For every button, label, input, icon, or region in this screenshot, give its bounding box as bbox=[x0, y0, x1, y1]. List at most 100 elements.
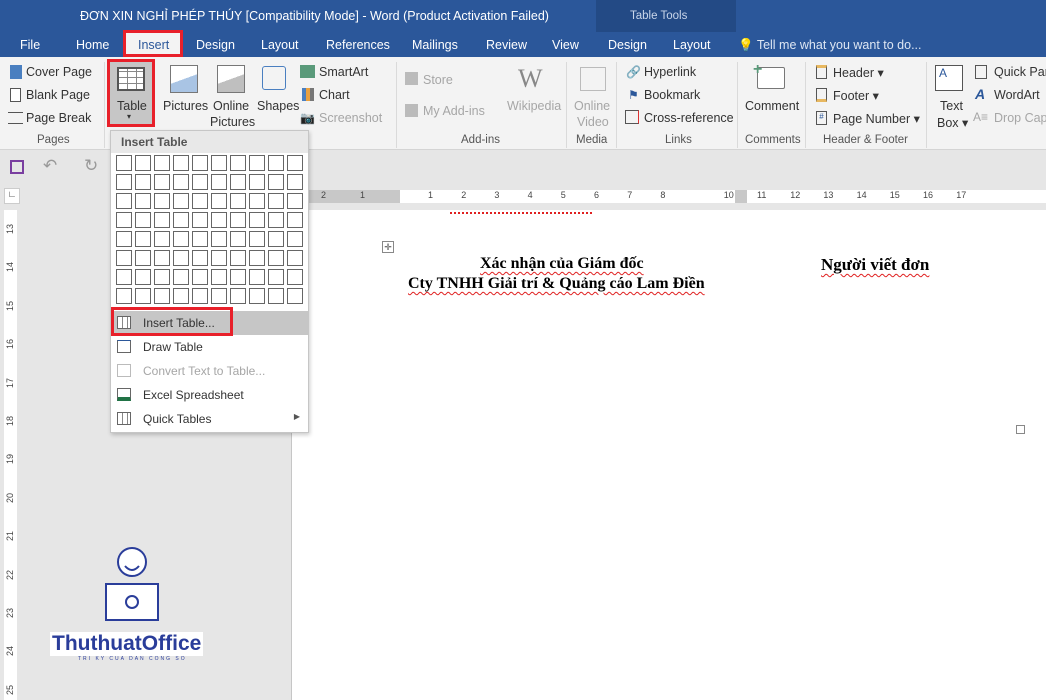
menu-item-excel-spreadsheet[interactable]: Excel Spreadsheet bbox=[111, 383, 308, 407]
grid-cell[interactable] bbox=[268, 212, 284, 228]
comment-button[interactable]: Comment bbox=[745, 99, 799, 113]
tab-references[interactable]: References bbox=[326, 38, 390, 52]
horizontal-ruler[interactable] bbox=[309, 190, 1046, 203]
grid-cell[interactable] bbox=[287, 155, 303, 171]
grid-cell[interactable] bbox=[249, 174, 265, 190]
grid-cell[interactable] bbox=[192, 155, 208, 171]
grid-cell[interactable] bbox=[154, 193, 170, 209]
grid-cell[interactable] bbox=[116, 155, 132, 171]
grid-cell[interactable] bbox=[135, 155, 151, 171]
grid-cell[interactable] bbox=[211, 269, 227, 285]
grid-cell[interactable] bbox=[287, 193, 303, 209]
tab-layout[interactable]: Layout bbox=[261, 38, 299, 52]
tell-me-input[interactable]: 💡 Tell me what you want to do... bbox=[738, 38, 922, 53]
grid-cell[interactable] bbox=[211, 193, 227, 209]
grid-cell[interactable] bbox=[268, 193, 284, 209]
grid-cell[interactable] bbox=[135, 212, 151, 228]
grid-cell[interactable] bbox=[192, 288, 208, 304]
tab-insert[interactable]: Insert bbox=[138, 38, 169, 52]
grid-cell[interactable] bbox=[135, 288, 151, 304]
hyperlink-button[interactable]: Hyperlink bbox=[644, 65, 696, 79]
grid-cell[interactable] bbox=[211, 250, 227, 266]
grid-cell[interactable] bbox=[135, 250, 151, 266]
undo-icon[interactable]: ↶ bbox=[43, 156, 57, 176]
chart-button[interactable]: Chart bbox=[319, 88, 350, 102]
grid-cell[interactable] bbox=[249, 288, 265, 304]
grid-cell[interactable] bbox=[173, 231, 189, 247]
online-video-button[interactable]: Online bbox=[574, 99, 610, 113]
grid-cell[interactable] bbox=[116, 212, 132, 228]
grid-cell[interactable] bbox=[211, 155, 227, 171]
grid-cell[interactable] bbox=[249, 250, 265, 266]
grid-cell[interactable] bbox=[116, 288, 132, 304]
grid-cell[interactable] bbox=[192, 231, 208, 247]
grid-cell[interactable] bbox=[135, 193, 151, 209]
tab-stop-selector[interactable]: ∟ bbox=[4, 188, 20, 204]
drop-cap-button[interactable]: Drop Cap bbox=[994, 111, 1046, 125]
grid-cell[interactable] bbox=[116, 269, 132, 285]
grid-cell[interactable] bbox=[116, 174, 132, 190]
my-addins-button[interactable]: My Add-ins bbox=[423, 104, 485, 118]
tab-review[interactable]: Review bbox=[486, 38, 527, 52]
grid-cell[interactable] bbox=[154, 155, 170, 171]
grid-cell[interactable] bbox=[154, 231, 170, 247]
grid-cell[interactable] bbox=[287, 288, 303, 304]
quick-parts-button[interactable]: Quick Par bbox=[994, 65, 1046, 79]
grid-cell[interactable] bbox=[230, 193, 246, 209]
grid-cell[interactable] bbox=[287, 250, 303, 266]
grid-cell[interactable] bbox=[268, 155, 284, 171]
pictures-button[interactable]: Pictures bbox=[163, 99, 208, 113]
cover-page-button[interactable]: Cover Page bbox=[26, 65, 92, 79]
shapes-button[interactable]: Shapes bbox=[257, 99, 299, 113]
page-break-button[interactable]: Page Break bbox=[26, 111, 91, 125]
grid-cell[interactable] bbox=[154, 288, 170, 304]
grid-cell[interactable] bbox=[135, 174, 151, 190]
menu-item-quick-tables[interactable]: Quick Tables ▶ bbox=[111, 407, 308, 431]
save-refresh-icon[interactable] bbox=[10, 160, 24, 174]
grid-cell[interactable] bbox=[173, 155, 189, 171]
grid-cell[interactable] bbox=[287, 212, 303, 228]
grid-cell[interactable] bbox=[116, 193, 132, 209]
grid-cell[interactable] bbox=[268, 269, 284, 285]
grid-cell[interactable] bbox=[211, 212, 227, 228]
bookmark-button[interactable]: Bookmark bbox=[644, 88, 700, 102]
online-pictures-button[interactable]: Online bbox=[213, 99, 249, 113]
grid-cell[interactable] bbox=[154, 250, 170, 266]
page-number-button[interactable]: Page Number ▾ bbox=[833, 111, 920, 126]
grid-cell[interactable] bbox=[173, 288, 189, 304]
table-move-handle-icon[interactable]: ✛ bbox=[382, 241, 394, 253]
grid-cell[interactable] bbox=[116, 250, 132, 266]
grid-cell[interactable] bbox=[211, 174, 227, 190]
tab-file[interactable]: File bbox=[20, 38, 40, 52]
tab-design[interactable]: Design bbox=[196, 38, 235, 52]
tab-view[interactable]: View bbox=[552, 38, 579, 52]
grid-cell[interactable] bbox=[154, 269, 170, 285]
redo-icon[interactable]: ↻ bbox=[84, 156, 98, 176]
grid-cell[interactable] bbox=[154, 174, 170, 190]
grid-cell[interactable] bbox=[173, 174, 189, 190]
wikipedia-button[interactable]: Wikipedia bbox=[507, 99, 561, 113]
grid-cell[interactable] bbox=[154, 212, 170, 228]
wordart-button[interactable]: WordArt bbox=[994, 88, 1040, 102]
grid-cell[interactable] bbox=[230, 231, 246, 247]
grid-cell[interactable] bbox=[249, 155, 265, 171]
grid-cell[interactable] bbox=[287, 231, 303, 247]
grid-cell[interactable] bbox=[268, 288, 284, 304]
grid-cell[interactable] bbox=[192, 212, 208, 228]
store-button[interactable]: Store bbox=[423, 73, 453, 87]
grid-cell[interactable] bbox=[211, 288, 227, 304]
grid-cell[interactable] bbox=[249, 231, 265, 247]
tab-table-layout[interactable]: Layout bbox=[673, 38, 711, 52]
grid-cell[interactable] bbox=[192, 250, 208, 266]
grid-cell[interactable] bbox=[230, 269, 246, 285]
grid-cell[interactable] bbox=[192, 193, 208, 209]
grid-cell[interactable] bbox=[173, 250, 189, 266]
grid-cell[interactable] bbox=[173, 269, 189, 285]
tab-home[interactable]: Home bbox=[76, 38, 109, 52]
grid-cell[interactable] bbox=[230, 155, 246, 171]
grid-cell[interactable] bbox=[230, 250, 246, 266]
grid-cell[interactable] bbox=[173, 193, 189, 209]
grid-cell[interactable] bbox=[287, 269, 303, 285]
grid-cell[interactable] bbox=[135, 231, 151, 247]
grid-cell[interactable] bbox=[173, 212, 189, 228]
